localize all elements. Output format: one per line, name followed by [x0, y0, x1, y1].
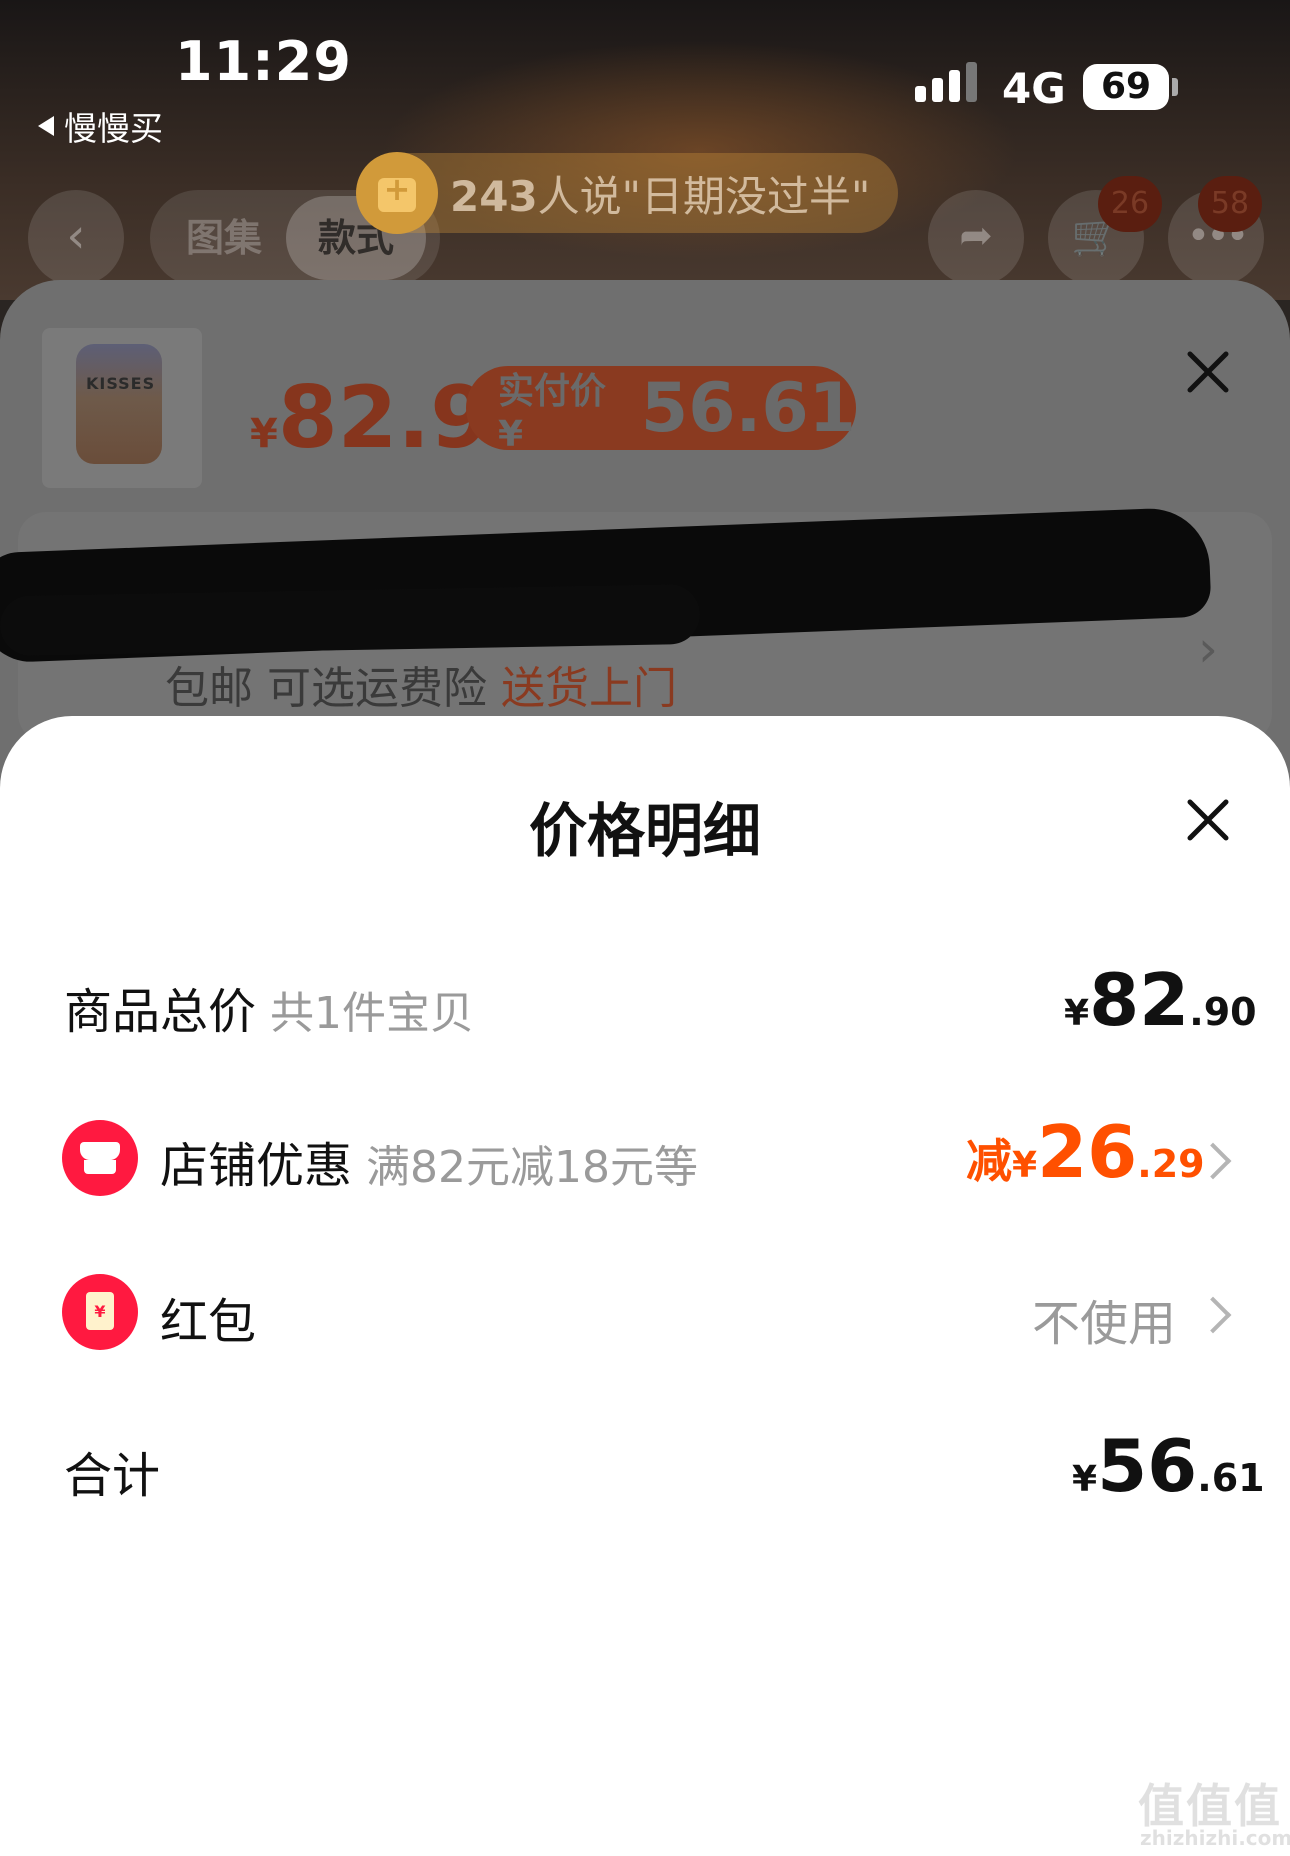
tab-gallery[interactable]: 图集: [186, 190, 262, 286]
banner-text: 243人说"日期没过半": [450, 171, 871, 221]
goods-count: 共1件宝贝: [270, 988, 475, 1039]
battery-tip: [1172, 78, 1178, 96]
store-discount-amount[interactable]: 减¥26.29: [966, 1110, 1205, 1194]
store-icon: [62, 1120, 138, 1196]
total-amount: ¥56.61: [1072, 1424, 1265, 1508]
store-discount-rule: 满82元减18元等: [366, 1142, 698, 1193]
nav-back-button[interactable]: ‹: [28, 190, 124, 286]
share-button[interactable]: ➦: [928, 190, 1024, 286]
signal-icon: [915, 62, 977, 102]
chevron-right-icon: ›: [1198, 620, 1218, 678]
more-badge: 58: [1198, 176, 1262, 232]
shipping-text: 包邮 可选运费险 送货上门: [165, 663, 677, 714]
bag-plus-icon: [356, 152, 438, 234]
red-packet-label: 红包: [160, 1294, 257, 1350]
status-time: 11:29: [175, 30, 352, 93]
back-app-label: 慢慢买: [64, 109, 163, 148]
red-packet-value[interactable]: 不使用: [1032, 1284, 1176, 1354]
red-packet-icon: ¥: [62, 1274, 138, 1350]
review-banner[interactable]: 243人说"日期没过半": [356, 152, 898, 234]
store-discount-label[interactable]: 店铺优惠 满82元减18元等: [160, 1126, 698, 1196]
actual-pay-pill: 实付价 ¥ 56.61: [466, 366, 856, 455]
cart-badge: 26: [1098, 176, 1162, 232]
goods-total-label: 商品总价 共1件宝贝: [64, 984, 475, 1040]
close-icon[interactable]: [1184, 796, 1232, 844]
back-triangle-icon: [38, 116, 54, 136]
close-icon[interactable]: [1184, 348, 1232, 396]
goods-total-amount: ¥82.90: [1064, 958, 1257, 1042]
product-image: [76, 344, 162, 464]
sheet-title: 价格明细: [528, 797, 761, 865]
actual-pay-amount: 56.61: [640, 368, 856, 448]
sku-price: ¥82.9: [250, 368, 491, 468]
product-image-label: KISSES: [86, 374, 156, 393]
redaction-scribble: [0, 583, 701, 657]
network-type: 4G: [1002, 64, 1066, 113]
total-label: 合计: [64, 1448, 161, 1504]
actual-pay-label: 实付价 ¥: [498, 370, 607, 455]
battery-icon: 69: [1083, 64, 1169, 110]
watermark-url: zhizhizhi.com: [1140, 1826, 1290, 1850]
back-to-app-button[interactable]: 慢慢买: [38, 102, 163, 150]
